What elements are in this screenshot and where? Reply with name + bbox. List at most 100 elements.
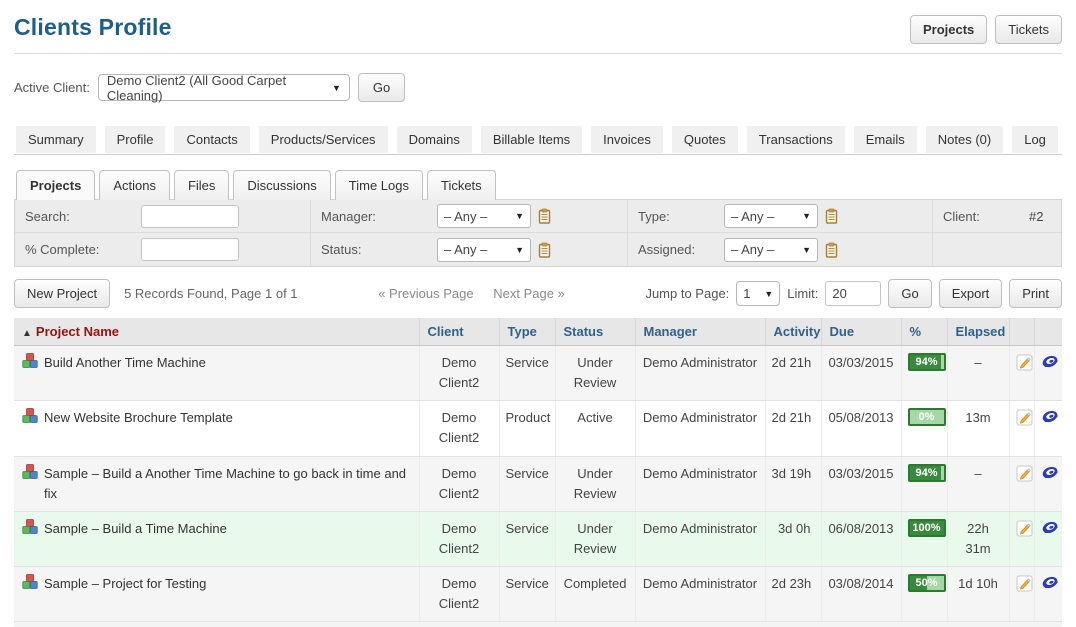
limit-input[interactable] — [825, 281, 881, 306]
tab-profile[interactable]: Profile — [105, 126, 166, 153]
edit-icon[interactable] — [1016, 465, 1033, 482]
edit-icon[interactable] — [1016, 354, 1033, 371]
tickets-button[interactable]: Tickets — [995, 15, 1062, 44]
progress-badge: 0% — [908, 408, 946, 426]
progress-label: 50% — [910, 576, 944, 590]
subtab-files[interactable]: Files — [174, 170, 229, 200]
active-client-value: Demo Client2 (All Good Carpet Cleaning) — [107, 73, 322, 103]
project-blocks-icon — [22, 519, 38, 541]
project-name: Sample – Project for Testing — [44, 574, 206, 594]
column-header-manager[interactable]: Manager — [635, 318, 765, 346]
records-found-text: 5 Records Found, Page 1 of 1 — [124, 286, 297, 301]
new-project-button[interactable]: New Project — [14, 279, 110, 308]
column-header-client[interactable]: Client — [419, 318, 499, 346]
filter-manager: Manager: – Any – ▼ — [311, 200, 628, 233]
title-divider — [14, 53, 1062, 54]
type-cell: Service — [499, 511, 555, 566]
client-label: Client: — [943, 209, 1029, 224]
projects-button[interactable]: Projects — [910, 15, 987, 44]
progress-label: 94% — [910, 355, 944, 369]
chevron-down-icon: ▼ — [764, 289, 773, 299]
chevron-down-icon: ▼ — [515, 245, 524, 255]
manager-cell: Demo Administrator — [635, 511, 765, 566]
subtab-tickets[interactable]: Tickets — [427, 170, 496, 200]
progress-label: 0% — [910, 410, 944, 424]
tab-invoices[interactable]: Invoices — [591, 126, 663, 153]
project-blocks-icon — [22, 464, 38, 486]
clipboard-icon[interactable] — [537, 242, 552, 258]
tab-domains[interactable]: Domains — [397, 126, 472, 153]
status-select[interactable]: – Any – ▼ — [437, 238, 531, 262]
clipboard-icon[interactable] — [824, 242, 839, 258]
manager-select[interactable]: – Any – ▼ — [437, 204, 531, 228]
search-input[interactable] — [141, 205, 239, 228]
column-header-activity[interactable]: Activity — [765, 318, 821, 346]
column-header-status[interactable]: Status — [555, 318, 635, 346]
edit-icon[interactable] — [1016, 409, 1033, 426]
column-header-percent[interactable]: % — [901, 318, 947, 346]
table-footer-strip — [14, 622, 1062, 627]
top-actions: Projects Tickets — [910, 14, 1062, 44]
tab-log[interactable]: Log — [1012, 126, 1058, 153]
link-icon[interactable] — [1041, 409, 1059, 424]
status-cell: Under Review — [555, 346, 635, 401]
link-icon[interactable] — [1041, 465, 1059, 480]
table-row: Sample – Build a Time Machine Demo Clien… — [14, 511, 1062, 566]
link-icon[interactable] — [1041, 520, 1059, 535]
type-cell: Service — [499, 567, 555, 622]
project-name: Build Another Time Machine — [44, 353, 206, 373]
edit-icon[interactable] — [1016, 520, 1033, 537]
subtab-discussions[interactable]: Discussions — [233, 170, 330, 200]
column-header-elapsed[interactable]: Elapsed — [947, 318, 1009, 346]
column-header-due[interactable]: Due — [821, 318, 901, 346]
filter-status: Status: – Any – ▼ — [311, 233, 628, 266]
active-client-label: Active Client: — [14, 80, 90, 95]
progress-badge: 94% — [908, 464, 946, 482]
column-header-type[interactable]: Type — [499, 318, 555, 346]
filter-search: Search: — [15, 200, 311, 233]
print-button[interactable]: Print — [1009, 279, 1062, 308]
chevron-down-icon: ▼ — [332, 83, 341, 93]
subtab-projects[interactable]: Projects — [16, 170, 95, 200]
clipboard-icon[interactable] — [824, 208, 839, 224]
tab-notes[interactable]: Notes (0) — [926, 126, 1003, 153]
export-button[interactable]: Export — [939, 279, 1003, 308]
type-cell: Product — [499, 401, 555, 456]
active-client-go-button[interactable]: Go — [358, 73, 405, 102]
elapsed-cell: 22h 31m — [947, 511, 1009, 566]
project-blocks-icon — [22, 408, 38, 430]
pct-complete-input[interactable] — [141, 238, 239, 261]
subtab-actions[interactable]: Actions — [99, 170, 170, 200]
project-name: New Website Brochure Template — [44, 408, 233, 428]
tab-transactions[interactable]: Transactions — [747, 126, 845, 153]
edit-icon[interactable] — [1016, 575, 1033, 592]
next-page-link[interactable]: Next Page » — [493, 286, 565, 301]
sort-asc-icon: ▲ — [22, 328, 32, 339]
tab-summary[interactable]: Summary — [16, 126, 96, 153]
link-icon[interactable] — [1041, 354, 1059, 369]
due-cell: 06/08/2013 — [821, 511, 901, 566]
jump-to-page-value: 1 — [743, 286, 750, 301]
clipboard-icon[interactable] — [537, 208, 552, 224]
jump-to-page-select[interactable]: 1 ▼ — [736, 281, 780, 306]
tab-emails[interactable]: Emails — [854, 126, 917, 153]
limit-label: Limit: — [787, 286, 818, 301]
activity-cell: 3d 19h — [765, 456, 821, 511]
subtab-time-logs[interactable]: Time Logs — [335, 170, 423, 200]
tab-billable-items[interactable]: Billable Items — [481, 126, 582, 153]
elapsed-cell: 1d 10h — [947, 567, 1009, 622]
link-icon[interactable] — [1041, 575, 1059, 590]
tab-contacts[interactable]: Contacts — [174, 126, 249, 153]
filter-pct-complete: % Complete: — [15, 233, 311, 266]
active-client-select[interactable]: Demo Client2 (All Good Carpet Cleaning) … — [98, 74, 350, 101]
assigned-select[interactable]: – Any – ▼ — [724, 238, 818, 262]
type-select[interactable]: – Any – ▼ — [724, 204, 818, 228]
previous-page-link[interactable]: « Previous Page — [378, 286, 473, 301]
status-cell: Completed — [555, 567, 635, 622]
tab-quotes[interactable]: Quotes — [672, 126, 738, 153]
go-button[interactable]: Go — [888, 279, 931, 308]
column-header-project-name[interactable]: ▲Project Name — [14, 318, 419, 346]
progress-badge: 50% — [908, 574, 946, 592]
activity-cell: 2d 21h — [765, 401, 821, 456]
tab-products-services[interactable]: Products/Services — [259, 126, 388, 153]
